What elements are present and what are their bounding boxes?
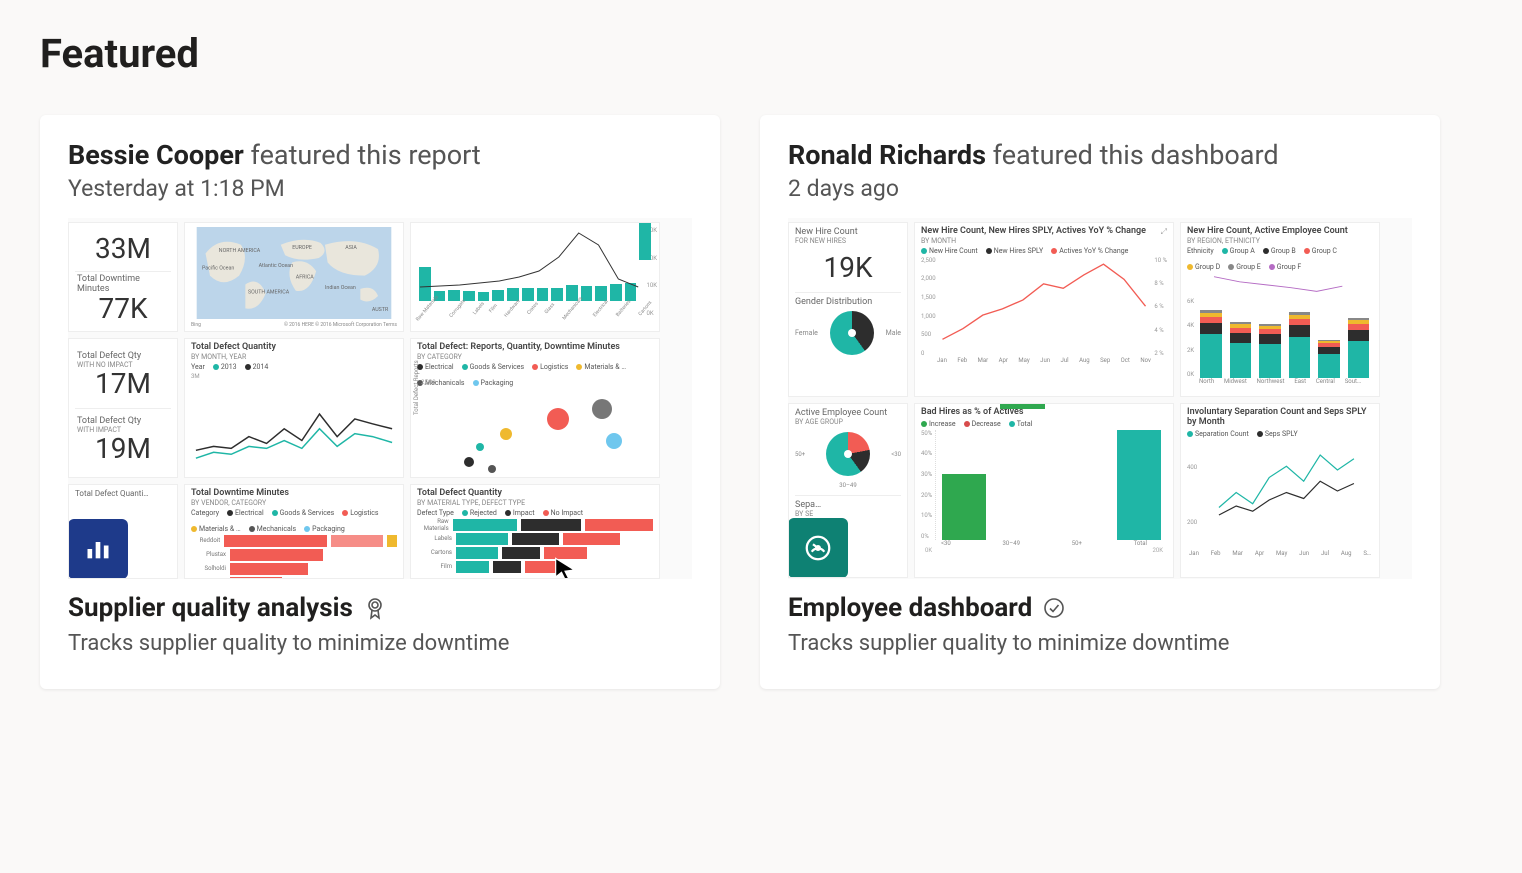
kpi-tile-downtime: 33M Total Downtime Minutes 77K — [68, 222, 178, 332]
card-header-line: Ronald Richards featured this dashboard — [788, 139, 1412, 171]
featured-cards-row: Bessie Cooper featured this report Yeste… — [40, 115, 1482, 689]
svg-text:NORTH AMERICA: NORTH AMERICA — [219, 248, 261, 254]
svg-text:ASIA: ASIA — [345, 245, 357, 251]
kpi-value-2: 77K — [77, 294, 169, 325]
featured-card-dashboard[interactable]: Ronald Richards featured this dashboard … — [760, 115, 1440, 689]
svg-text:AFRICA: AFRICA — [296, 274, 315, 280]
gauge-icon — [788, 518, 848, 578]
featured-by-person: Ronald Richards — [788, 139, 986, 171]
defect-stackbar-tile: Total Defect Quantity BY MATERIAL TYPE, … — [410, 484, 660, 579]
featured-card-report[interactable]: Bessie Cooper featured this report Yeste… — [40, 115, 720, 689]
bar-chart-icon — [68, 519, 128, 579]
svg-text:Atlantic Ocean: Atlantic Ocean — [259, 263, 293, 269]
defect-line-chart-tile: Total Defect Quantity BY MONTH, YEAR Yea… — [184, 338, 404, 478]
svg-text:SOUTH AMERICA: SOUTH AMERICA — [248, 289, 290, 295]
ribbon-icon — [363, 596, 387, 620]
downtime-hbar-tile: Total Downtime Minutes BY VENDOR, CATEGO… — [184, 484, 404, 579]
card-description: Tracks supplier quality to minimize down… — [68, 629, 692, 659]
separation-line-tile: Involuntary Separation Count and Seps SP… — [1180, 403, 1380, 578]
card-header-line: Bessie Cooper featured this report — [68, 139, 692, 171]
kpi-value: 33M — [77, 234, 169, 265]
scatter-tile: Total Defect: Reports, Quantity, Downtim… — [410, 338, 660, 478]
featured-by-person: Bessie Cooper — [68, 139, 244, 171]
card-title: Supplier quality analysis — [68, 593, 353, 623]
map-tile: NORTH AMERICA EUROPE ASIA SOUTH AMERICA … — [184, 222, 404, 332]
check-circle-icon — [1042, 596, 1066, 620]
svg-text:Indian Ocean: Indian Ocean — [325, 285, 356, 291]
badhires-tile: Bad Hires as % of Actives Increase Decre… — [914, 403, 1174, 578]
world-map-icon: NORTH AMERICA EUROPE ASIA SOUTH AMERICA … — [191, 227, 397, 319]
section-title: Featured — [40, 30, 1482, 77]
kpi-tile-defectqty: Total Defect Qty WITH NO IMPACT 17M Tota… — [68, 338, 178, 478]
report-preview: 33M Total Downtime Minutes 77K — [68, 218, 692, 579]
svg-text:EUROPE: EUROPE — [292, 245, 312, 251]
kpi-newhire-tile: New Hire Count FOR NEW HIRES 19K Gender … — [788, 222, 908, 397]
cursor-icon — [551, 556, 579, 579]
defect-bar-chart-tile: 30K 20K 10K 0K Raw MaterialsCorrugateLab… — [410, 222, 660, 332]
newhire-combo-tile: New Hire Count, New Hires SPLY, Actives … — [914, 222, 1174, 397]
kpi-tile-badge: Total Defect Quanti… — [68, 484, 178, 579]
featured-time: 2 days ago — [788, 175, 1412, 202]
kpi-label: Total Downtime Minutes — [77, 274, 169, 294]
card-title: Employee dashboard — [788, 593, 1032, 623]
svg-text:AUSTR: AUSTR — [372, 307, 389, 313]
featured-action: featured this report — [251, 139, 481, 171]
dashboard-preview: New Hire Count FOR NEW HIRES 19K Gender … — [788, 218, 1412, 579]
card-description: Tracks supplier quality to minimize down… — [788, 629, 1412, 659]
svg-text:Pacific Ocean: Pacific Ocean — [202, 264, 234, 271]
maximize-icon: ⤢ — [1161, 227, 1167, 237]
region-stackbar-tile: New Hire Count, Active Employee Count BY… — [1180, 222, 1380, 397]
kpi-active-emp-tile: Active Employee Count BY AGE GROUP 50+ <… — [788, 403, 908, 578]
featured-time: Yesterday at 1:18 PM — [68, 175, 692, 202]
featured-action: featured this dashboard — [993, 139, 1279, 171]
